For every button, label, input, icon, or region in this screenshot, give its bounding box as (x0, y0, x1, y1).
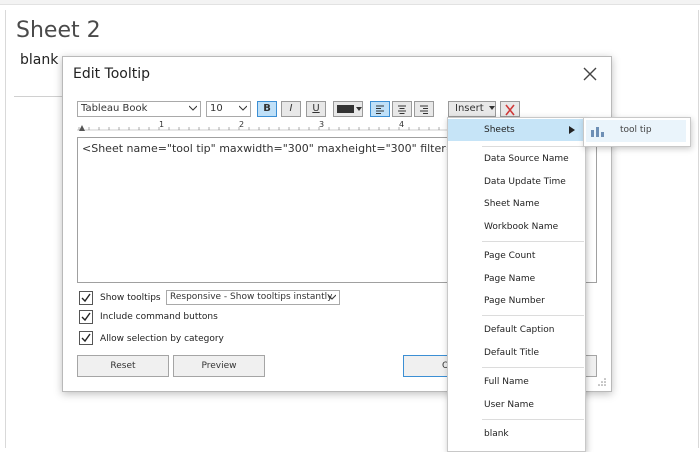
submenu-item-sheet[interactable]: tool tip (586, 120, 686, 142)
color-swatch (337, 105, 354, 113)
ruler-mark-1: 1 (159, 120, 164, 129)
menu-item-sheet-name[interactable]: Sheet Name (448, 193, 585, 215)
menu-item-page-number[interactable]: Page Number (448, 290, 585, 312)
allow-selection-checkbox[interactable] (79, 331, 93, 345)
resize-grip-icon[interactable] (597, 377, 607, 387)
close-icon (583, 67, 597, 81)
dialog-title: Edit Tooltip (73, 66, 151, 82)
reset-button[interactable]: Reset (77, 355, 169, 377)
align-center-icon (398, 105, 406, 114)
menu-item-default-caption[interactable]: Default Caption (448, 319, 585, 341)
italic-button[interactable]: I (281, 101, 301, 117)
menu-item-blank[interactable]: blank (448, 423, 585, 445)
clear-icon (505, 104, 515, 116)
sheet-placeholder-text: blank (20, 52, 59, 68)
align-right-icon (420, 105, 428, 114)
ruler: 1 2 3 4 (77, 120, 449, 131)
ruler-mark-4: 4 (399, 120, 404, 129)
sheets-submenu: tool tip (583, 117, 691, 147)
tooltip-mode-value: Responsive - Show tooltips instantly (170, 292, 333, 302)
align-left-icon (376, 105, 384, 114)
align-right-button[interactable] (414, 101, 434, 117)
chevron-down-icon (189, 105, 197, 111)
bar-chart-icon (591, 127, 604, 137)
caret-down-icon (356, 107, 362, 111)
indent-marker[interactable] (79, 125, 85, 131)
include-command-buttons-label: Include command buttons (100, 312, 218, 322)
show-tooltips-label: Show tooltips (100, 293, 161, 303)
checkmark-icon (81, 312, 91, 322)
top-bar (0, 0, 700, 5)
menu-item-sheets[interactable]: Sheets (448, 119, 585, 141)
font-family-value: Tableau Book (81, 103, 148, 114)
align-center-button[interactable] (392, 101, 412, 117)
allow-selection-label: Allow selection by category (100, 334, 224, 344)
tooltip-mode-select[interactable]: Responsive - Show tooltips instantly (166, 290, 340, 305)
align-left-button[interactable] (370, 101, 390, 117)
insert-label: Insert (455, 103, 484, 114)
menu-separator (482, 146, 584, 147)
chevron-down-icon (239, 105, 247, 111)
chevron-down-icon (328, 294, 336, 300)
font-family-select[interactable]: Tableau Book (77, 101, 201, 117)
caret-down-icon (488, 106, 495, 110)
menu-item-label: Sheets (484, 125, 515, 135)
menu-item-page-name[interactable]: Page Name (448, 268, 585, 290)
font-size-select[interactable]: 10 (206, 101, 251, 117)
ruler-mark-2: 2 (239, 120, 244, 129)
menu-item-data-source-name[interactable]: Data Source Name (448, 148, 585, 170)
bold-button[interactable]: B (257, 101, 277, 117)
menu-item-page-count[interactable]: Page Count (448, 245, 585, 267)
menu-item-default-title[interactable]: Default Title (448, 342, 585, 364)
preview-button[interactable]: Preview (173, 355, 265, 377)
menu-separator (482, 315, 584, 316)
insert-button[interactable]: Insert (448, 101, 496, 117)
menu-separator (482, 367, 584, 368)
menu-separator (482, 419, 584, 420)
editor-content: <Sheet name="tool tip" maxwidth="300" ma… (82, 142, 448, 155)
menu-item-full-name[interactable]: Full Name (448, 371, 585, 393)
close-button[interactable] (579, 63, 601, 85)
submenu-item-label: tool tip (620, 125, 652, 135)
include-command-buttons-checkbox[interactable] (79, 310, 93, 324)
insert-menu: Sheets Data Source Name Data Update Time… (447, 117, 586, 452)
font-color-button[interactable] (333, 101, 363, 117)
menu-item-workbook-name[interactable]: Workbook Name (448, 216, 585, 238)
ruler-mark-3: 3 (319, 120, 324, 129)
sheet-title: Sheet 2 (16, 18, 101, 43)
chevron-right-icon (569, 126, 575, 134)
show-tooltips-checkbox[interactable] (79, 291, 93, 305)
underline-button[interactable]: U (306, 101, 326, 117)
font-size-value: 10 (210, 103, 223, 114)
divider (14, 96, 64, 97)
menu-item-user-name[interactable]: User Name (448, 394, 585, 416)
checkmark-icon (81, 333, 91, 343)
menu-item-data-update-time[interactable]: Data Update Time (448, 171, 585, 193)
clear-formatting-button[interactable] (500, 101, 520, 117)
menu-separator (482, 241, 584, 242)
checkmark-icon (81, 293, 91, 303)
